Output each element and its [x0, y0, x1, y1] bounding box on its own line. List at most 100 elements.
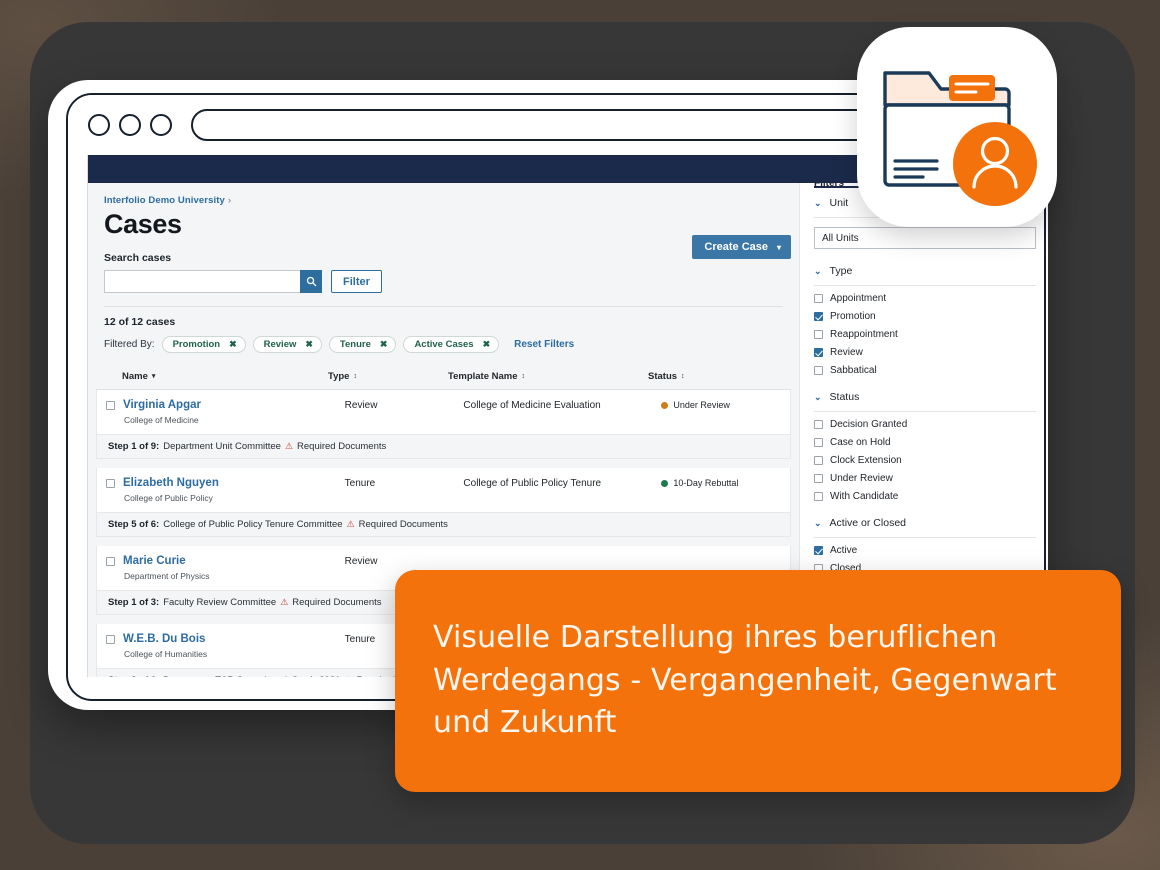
case-status: 10-Day Rebuttal — [661, 477, 790, 488]
checkbox-promotion[interactable]: Promotion — [814, 311, 1036, 322]
filter-chip-active-cases[interactable]: Active Cases ✖ — [403, 336, 500, 353]
checkbox-case-on-hold[interactable]: Case on Hold — [814, 437, 1036, 448]
column-header-type[interactable]: Type ↕ — [328, 371, 448, 382]
traffic-light-maximize-icon[interactable] — [150, 114, 172, 136]
filter-group-title: Status — [829, 391, 860, 403]
filtered-by-label: Filtered By: — [104, 339, 155, 350]
filter-group-type-header[interactable]: ⌄ Type — [814, 265, 1036, 277]
chip-remove-icon[interactable]: ✖ — [483, 339, 491, 350]
chip-label: Active Cases — [414, 339, 474, 350]
checkbox-icon[interactable] — [814, 366, 823, 375]
sort-icon[interactable]: ↕ — [522, 373, 526, 380]
search-input[interactable] — [104, 270, 300, 293]
case-name-link[interactable]: Marie Curie — [123, 555, 345, 567]
row-checkbox[interactable] — [106, 557, 115, 566]
row-checkbox[interactable] — [106, 479, 115, 488]
case-row-content: Elizabeth Nguyen College of Public Polic… — [97, 468, 790, 512]
case-unit: College of Public Policy — [124, 493, 213, 503]
checkbox-sabbatical[interactable]: Sabbatical — [814, 365, 1036, 376]
filter-group-status-header[interactable]: ⌄ Status — [814, 391, 1036, 403]
checkbox-reappointment[interactable]: Reappointment — [814, 329, 1036, 340]
search-row: Filter — [104, 270, 783, 293]
group-divider — [814, 285, 1036, 286]
sort-desc-icon[interactable]: ▾ — [152, 373, 156, 380]
page-title: Cases — [104, 209, 182, 239]
checkbox-checked-icon[interactable] — [814, 312, 823, 321]
sort-icon[interactable]: ↕ — [681, 373, 685, 380]
checkbox-active[interactable]: Active — [814, 545, 1036, 556]
create-case-button[interactable]: Create Case ▾ — [692, 235, 791, 259]
sort-icon[interactable]: ↕ — [353, 373, 357, 380]
step-prefix: Step 1 of 9: — [108, 441, 160, 452]
case-name-link[interactable]: Elizabeth Nguyen — [123, 477, 345, 489]
checkbox-decision-granted[interactable]: Decision Granted — [814, 419, 1036, 430]
create-case-label: Create Case — [704, 241, 768, 253]
checkbox-icon[interactable] — [814, 294, 823, 303]
checkbox-icon[interactable] — [814, 438, 823, 447]
column-header-label: Type — [328, 371, 350, 382]
step-committee: Department T&P Committee | — [163, 675, 287, 677]
filter-group-active-closed-header[interactable]: ⌄ Active or Closed — [814, 517, 1036, 529]
case-count: 12 of 12 cases — [104, 316, 176, 328]
search-icon[interactable] — [300, 270, 322, 293]
search-input-group — [104, 270, 322, 293]
checkbox-icon[interactable] — [814, 330, 823, 339]
checkbox-appointment[interactable]: Appointment — [814, 293, 1036, 304]
checkbox-label: Clock Extension — [830, 455, 902, 466]
checkbox-review[interactable]: Review — [814, 347, 1036, 358]
checkbox-checked-icon[interactable] — [814, 546, 823, 555]
case-name-link[interactable]: Virginia Apgar — [123, 399, 345, 411]
checkbox-icon[interactable] — [814, 456, 823, 465]
filter-group-type: ⌄ Type Appointment Promotion Reappointme… — [814, 265, 1036, 376]
chevron-down-icon: ⌄ — [814, 391, 822, 402]
column-header-label: Template Name — [448, 371, 518, 382]
checkbox-icon[interactable] — [814, 474, 823, 483]
breadcrumb-institution[interactable]: Interfolio Demo University — [104, 195, 225, 206]
traffic-light-minimize-icon[interactable] — [119, 114, 141, 136]
caption-banner: Visuelle Darstellung ihres beruflichen W… — [395, 570, 1121, 792]
warning-icon: ⚠ — [344, 676, 352, 678]
case-name-cell: Marie Curie Department of Physics — [115, 555, 345, 581]
chip-remove-icon[interactable]: ✖ — [229, 339, 237, 350]
breadcrumb-separator-icon: › — [227, 195, 232, 206]
step-committee: Department Unit Committee — [163, 441, 281, 452]
filter-group-title: Active or Closed — [829, 517, 906, 529]
filter-group-title: Unit — [829, 197, 849, 209]
case-name-link[interactable]: W.E.B. Du Bois — [123, 633, 345, 645]
checkbox-label: Active — [830, 545, 858, 556]
row-checkbox[interactable] — [106, 635, 115, 644]
chevron-down-icon: ⌄ — [814, 517, 822, 528]
case-type: Review — [344, 400, 378, 411]
column-header-name[interactable]: Name ▾ — [96, 371, 328, 382]
checkbox-checked-icon[interactable] — [814, 348, 823, 357]
chip-remove-icon[interactable]: ✖ — [380, 339, 388, 350]
search-label: Search cases — [104, 252, 172, 264]
unit-select-value: All Units — [822, 232, 859, 244]
checkbox-clock-extension[interactable]: Clock Extension — [814, 455, 1036, 466]
chevron-down-icon: ⌄ — [814, 265, 822, 276]
checkbox-icon[interactable] — [814, 420, 823, 429]
breadcrumb[interactable]: Interfolio Demo University › — [104, 195, 783, 206]
row-checkbox[interactable] — [106, 401, 115, 410]
column-header-status[interactable]: Status ↕ — [648, 371, 778, 382]
filter-chip-tenure[interactable]: Tenure ✖ — [328, 336, 397, 353]
reset-filters-link[interactable]: Reset Filters — [514, 339, 574, 350]
checkbox-under-review[interactable]: Under Review — [814, 473, 1036, 484]
filter-group-active-or-closed: ⌄ Active or Closed Active Closed — [814, 517, 1036, 574]
table-header-row: Name ▾ Type ↕ Template Name ↕ Status ↕ — [96, 363, 791, 390]
status-label: Under Review — [673, 400, 730, 410]
chip-remove-icon[interactable]: ✖ — [305, 339, 313, 350]
checkbox-with-candidate[interactable]: With Candidate — [814, 491, 1036, 502]
traffic-light-close-icon[interactable] — [88, 114, 110, 136]
column-header-template-name[interactable]: Template Name ↕ — [448, 371, 648, 382]
case-unit: College of Humanities — [124, 649, 208, 659]
unit-select[interactable]: All Units — [814, 227, 1036, 249]
case-template-name: College of Medicine Evaluation — [463, 400, 601, 411]
filter-chip-review[interactable]: Review ✖ — [252, 336, 322, 353]
filter-chip-promotion[interactable]: Promotion ✖ — [161, 336, 246, 353]
checkbox-icon[interactable] — [814, 492, 823, 501]
checkbox-label: Appointment — [830, 293, 887, 304]
filter-button[interactable]: Filter — [331, 270, 382, 293]
case-unit: College of Medicine — [124, 415, 199, 425]
chevron-down-icon: ▾ — [776, 242, 781, 252]
